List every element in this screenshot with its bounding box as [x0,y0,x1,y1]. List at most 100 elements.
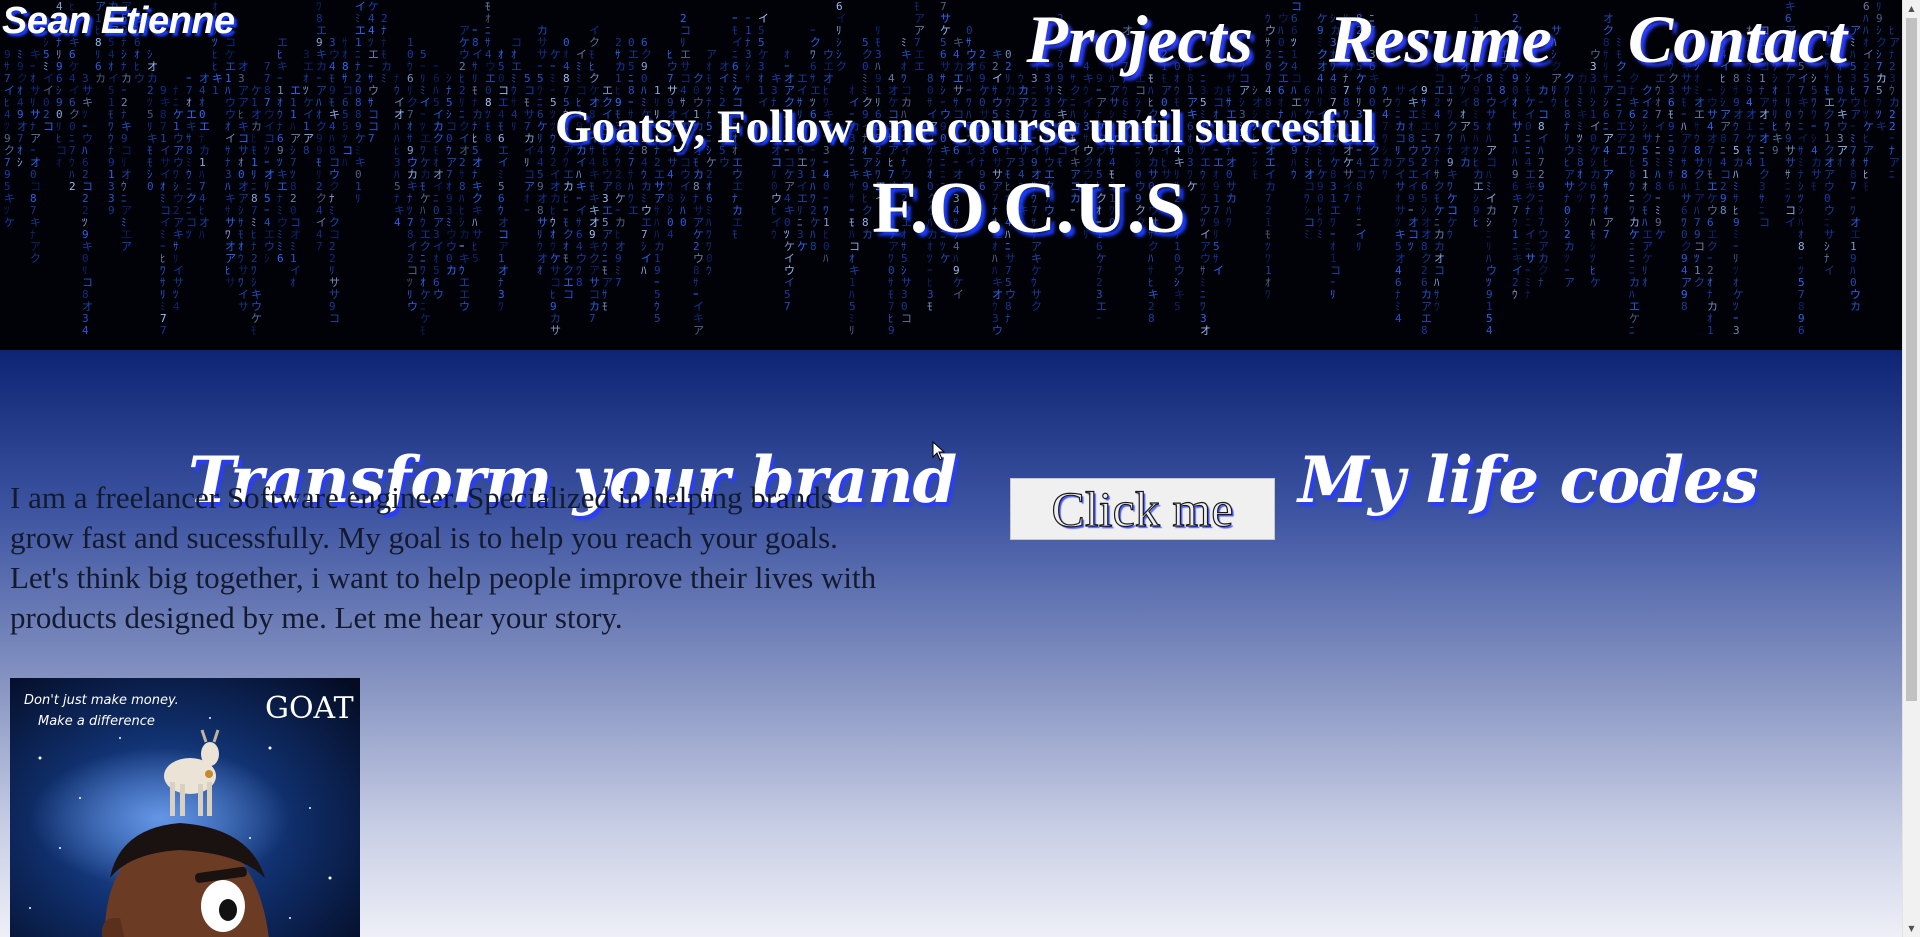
svg-text:ﾐ: ﾐ [381,72,387,85]
svg-text:ウ: ウ [992,324,1003,337]
hero-banner: 9ｻ7イﾋ4ﾂ9ク795キﾂケﾐ9クｵ49オ7ｵｼキｰｵサﾘサﾅアｰオ0コ87キ… [0,0,1903,350]
svg-text:イ: イ [1213,264,1224,277]
svg-text:エ: エ [914,60,925,73]
svg-text:ﾘ: ﾘ [1330,288,1336,301]
svg-text:ク: ク [836,60,847,73]
svg-text:ﾆ: ﾆ [1889,168,1895,181]
svg-text:サ: サ [225,276,236,289]
svg-text:イ: イ [1824,264,1835,277]
svg-text:4: 4 [173,300,180,313]
nav-link-resume[interactable]: Resume [1329,0,1552,78]
svg-text:ﾊ: ﾊ [342,156,348,169]
svg-text:ﾊ: ﾊ [823,252,829,265]
svg-text:ﾓ: ﾓ [602,300,608,313]
svg-text:6: 6 [1668,180,1675,193]
svg-text:コ: コ [901,312,912,325]
svg-text:ケ: ケ [1187,180,1198,193]
svg-text:8: 8 [1421,324,1428,337]
svg-text:ｳ: ｳ [1369,168,1375,181]
life-codes-heading: My life codes [1298,443,1759,519]
about-paragraph: I am a freelancer Software engineer. Spe… [10,480,877,635]
svg-text:ﾓ: ﾓ [1811,180,1817,193]
svg-text:ｳ: ｳ [771,228,777,241]
motto-heading: F.O.C.U.S [872,167,1186,248]
svg-text:ｵ: ｵ [537,264,543,277]
scroll-up-icon[interactable]: ▲ [1903,0,1920,17]
svg-text:ﾜ: ﾜ [1226,216,1232,229]
svg-text:8: 8 [1720,204,1727,217]
svg-text:ﾜ: ﾜ [498,300,504,313]
svg-text:ｳ: ｳ [1434,300,1440,313]
svg-text:7: 7 [589,312,596,325]
svg-text:コ: コ [563,288,574,301]
image-badge: GOAT [265,691,354,726]
svg-text:ﾐ: ﾐ [1317,228,1323,241]
svg-text:ﾊ: ﾊ [199,228,205,241]
svg-text:ﾋ: ﾋ [1473,216,1479,229]
main-section: Transform your brand My life codes I am … [0,350,1903,937]
nav-link-contact[interactable]: Contact [1628,0,1847,78]
svg-text:ﾐ: ﾐ [1304,228,1310,241]
svg-text:6: 6 [1798,324,1805,337]
scrollbar-thumb[interactable] [1906,18,1917,701]
svg-text:4: 4 [1746,156,1753,169]
svg-text:4: 4 [667,228,674,241]
svg-text:ケ: ケ [797,240,808,253]
svg-text:コ: コ [1759,216,1770,229]
scroll-down-icon[interactable]: ▼ [1903,920,1920,937]
svg-text:イ: イ [1785,216,1796,229]
svg-text:9: 9 [108,204,115,217]
svg-text:カ: カ [1460,156,1471,169]
svg-text:ア: ア [121,240,132,253]
svg-text:ア: ア [1564,276,1575,289]
svg-text:カ: カ [1850,300,1861,313]
svg-text:7: 7 [615,276,622,289]
svg-text:5: 5 [654,312,661,325]
svg-text:ｵ: ｵ [1837,156,1843,169]
svg-text:ケ: ケ [4,216,15,229]
svg-text:ク: ク [1694,276,1705,289]
svg-text:ｳ: ｳ [1447,228,1453,241]
svg-text:ﾂ: ﾂ [1408,240,1414,253]
svg-text:4: 4 [82,324,89,337]
svg-text:8: 8 [1148,312,1155,325]
svg-text:7: 7 [1603,228,1610,241]
click-me-button[interactable]: Click me [1010,478,1275,540]
svg-text:ﾓ: ﾓ [732,228,738,241]
svg-text:カ: カ [446,264,457,277]
svg-text:ﾓ: ﾓ [1252,168,1258,181]
svg-text:ウ: ウ [719,156,730,169]
svg-text:8: 8 [576,276,583,289]
svg-text:7: 7 [160,324,167,337]
svg-text:ウ: ウ [134,72,145,85]
svg-text:ｳ: ｳ [1512,288,1518,301]
svg-text:0: 0 [680,216,687,229]
svg-text:ﾂ: ﾂ [186,228,192,241]
svg-text:6: 6 [277,252,284,265]
nav-link-projects[interactable]: Projects [1026,0,1253,78]
svg-text:8: 8 [810,240,817,253]
svg-text:ウ: ウ [433,288,444,301]
svg-text:ｰ: ｰ [1096,312,1102,325]
svg-text:4: 4 [1486,324,1493,337]
svg-text:ﾜ: ﾜ [1265,288,1271,301]
svg-text:ﾆ: ﾆ [1629,324,1635,337]
image-caption-line2: Make a difference [38,714,155,729]
svg-text:3: 3 [1733,324,1740,337]
svg-text:ﾅ: ﾅ [1005,312,1011,325]
main-nav: Projects Resume Contact [1026,0,1847,78]
svg-text:ﾊ: ﾊ [641,264,647,277]
tagline: Goatsy, Follow one course until succesfu… [555,101,1375,153]
svg-text:サ: サ [238,300,249,313]
svg-text:ﾓ: ﾓ [251,324,257,337]
svg-text:ｻ: ｻ [745,72,751,85]
svg-text:ｳ: ｳ [1291,168,1297,181]
svg-text:0: 0 [147,180,154,193]
site-brand[interactable]: Sean Etienne [2,0,235,43]
page-scrollbar[interactable]: ▲ ▼ [1902,0,1920,937]
svg-text:ｰ: ｰ [524,204,530,217]
svg-text:4: 4 [394,216,401,229]
svg-text:9: 9 [888,324,895,337]
svg-text:ﾓ: ﾓ [1863,180,1869,193]
svg-text:7: 7 [316,240,323,253]
